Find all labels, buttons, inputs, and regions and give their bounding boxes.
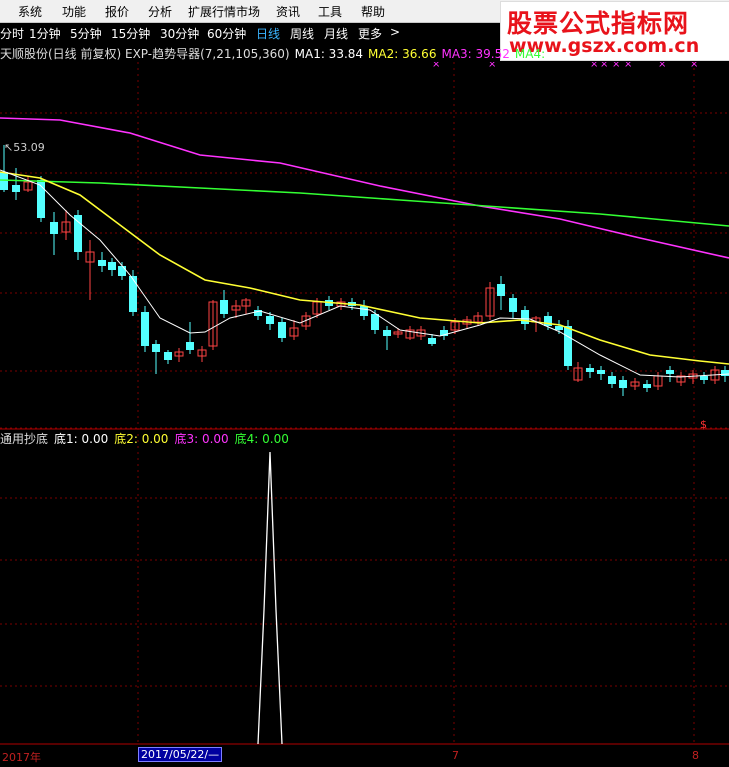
candle-body-down: [700, 376, 708, 380]
indicator-info-bar: 天顺股份(日线 前复权) EXP-趋势导器(7,21,105,360) MA1: …: [0, 45, 729, 63]
signal-x-marker: ×: [612, 62, 620, 70]
menu-tools[interactable]: 工具: [318, 3, 342, 20]
menu-news[interactable]: 资讯: [276, 3, 300, 20]
ma3-value: MA3: 39.52: [441, 47, 510, 61]
year-label: 2017年: [2, 751, 41, 764]
indicator-d1: 底1: 0.00: [54, 432, 109, 446]
period-tab-more[interactable]: 更多: [358, 25, 382, 42]
candle-body-down: [152, 344, 160, 352]
menu-function[interactable]: 功能: [62, 3, 86, 20]
candle-body-down: [129, 276, 137, 312]
candle-body-down: [12, 185, 20, 192]
candle-body-down: [278, 322, 286, 338]
candle-body-down: [108, 262, 116, 270]
indicator-d4: 底4: 0.00: [234, 432, 289, 446]
candle-body-down: [186, 342, 194, 350]
candle-body-down: [50, 222, 58, 234]
stock-title: 天顺股份(日线 前复权) EXP-趋势导器(7,21,105,360): [0, 47, 290, 61]
ma1-value: MA1: 33.84: [294, 47, 364, 61]
candle-body-down: [383, 330, 391, 336]
candle-body-down: [597, 370, 605, 374]
candle-body-down: [721, 370, 729, 376]
candle-body-down: [371, 314, 379, 330]
ma4-value: MA4:: [514, 47, 546, 61]
period-tab-60min[interactable]: 60分钟: [207, 25, 246, 42]
candle-body-down: [586, 368, 594, 372]
signal-x-marker: ×: [690, 62, 698, 70]
menu-analysis[interactable]: 分析: [148, 3, 172, 20]
indicator-d3: 底3: 0.00: [174, 432, 229, 446]
signal-markers: × × × × × × × ×: [432, 62, 698, 70]
cursor-date: 2017/05/22/—: [138, 747, 223, 762]
candle-body-down: [608, 376, 616, 384]
period-tab-30min[interactable]: 30分钟: [160, 25, 199, 42]
candle-body-down: [360, 306, 368, 316]
month-8-label: 8: [692, 749, 699, 762]
period-tab-1min[interactable]: 1分钟: [29, 25, 61, 42]
dollar-marker: $: [700, 418, 707, 431]
month-7-label: 7: [452, 749, 459, 762]
signal-x-marker: ×: [624, 62, 632, 70]
signal-x-marker: ×: [658, 62, 666, 70]
period-tab-15min[interactable]: 15分钟: [111, 25, 150, 42]
ma2-value: MA2: 36.66: [368, 47, 437, 61]
indicator-panel: [257, 451, 283, 745]
candle-body-down: [141, 312, 149, 346]
menu-system[interactable]: 系统: [18, 3, 42, 20]
candle-body-down: [497, 284, 505, 296]
candle-body-down: [619, 380, 627, 388]
bottom-signal-spike: [257, 451, 283, 745]
signal-x-marker: ×: [590, 62, 598, 70]
period-toolbar: 分时 1分钟 5分钟 15分钟 30分钟 60分钟 日线 周线 月线 更多 >: [0, 23, 500, 43]
candle-body-down: [564, 326, 572, 366]
candle-body-down: [118, 266, 126, 276]
price-high-value: 53.09: [13, 141, 45, 154]
candle-body-down: [666, 370, 674, 374]
period-tab-daily[interactable]: 日线: [256, 25, 280, 42]
signal-x-marker: ×: [488, 62, 496, 70]
candle-body-down: [428, 338, 436, 344]
menu-quote[interactable]: 报价: [105, 3, 129, 20]
ma3-line: [0, 117, 729, 259]
menu-extended-market[interactable]: 扩展行情市场: [188, 3, 260, 20]
chart-grid: [0, 62, 729, 745]
period-tab-5min[interactable]: 5分钟: [70, 25, 102, 42]
candle-body-down: [74, 215, 82, 252]
indicator-d2: 底2: 0.00: [114, 432, 169, 446]
candle-body-down: [521, 310, 529, 324]
menu-help[interactable]: 帮助: [361, 3, 385, 20]
candle-body-down: [643, 384, 651, 388]
period-tab-intraday[interactable]: 分时: [0, 25, 24, 42]
indicator-title-bar: 通用抄底 底1: 0.00 底2: 0.00 底3: 0.00 底4: 0.00: [0, 430, 295, 446]
signal-x-marker: ×: [432, 62, 440, 70]
candle-body-down: [164, 352, 172, 360]
period-tab-weekly[interactable]: 周线: [290, 25, 314, 42]
candle-body-down: [98, 260, 106, 266]
ma4-line: [0, 179, 729, 227]
period-tab-monthly[interactable]: 月线: [324, 25, 348, 42]
kline-chart[interactable]: × × × × × × × × $: [0, 62, 729, 745]
candle-body-down: [266, 316, 274, 324]
signal-x-marker: ×: [600, 62, 608, 70]
price-high-label: ↖53.09: [4, 141, 45, 154]
candle-body-down: [509, 298, 517, 312]
candle-body-down: [555, 326, 563, 330]
indicator-name: 通用抄底: [0, 432, 49, 446]
candle-body-down: [220, 300, 228, 314]
date-axis: 2017年 2017/05/22/— 7 8: [0, 745, 729, 767]
period-more-arrow[interactable]: >: [390, 25, 400, 39]
